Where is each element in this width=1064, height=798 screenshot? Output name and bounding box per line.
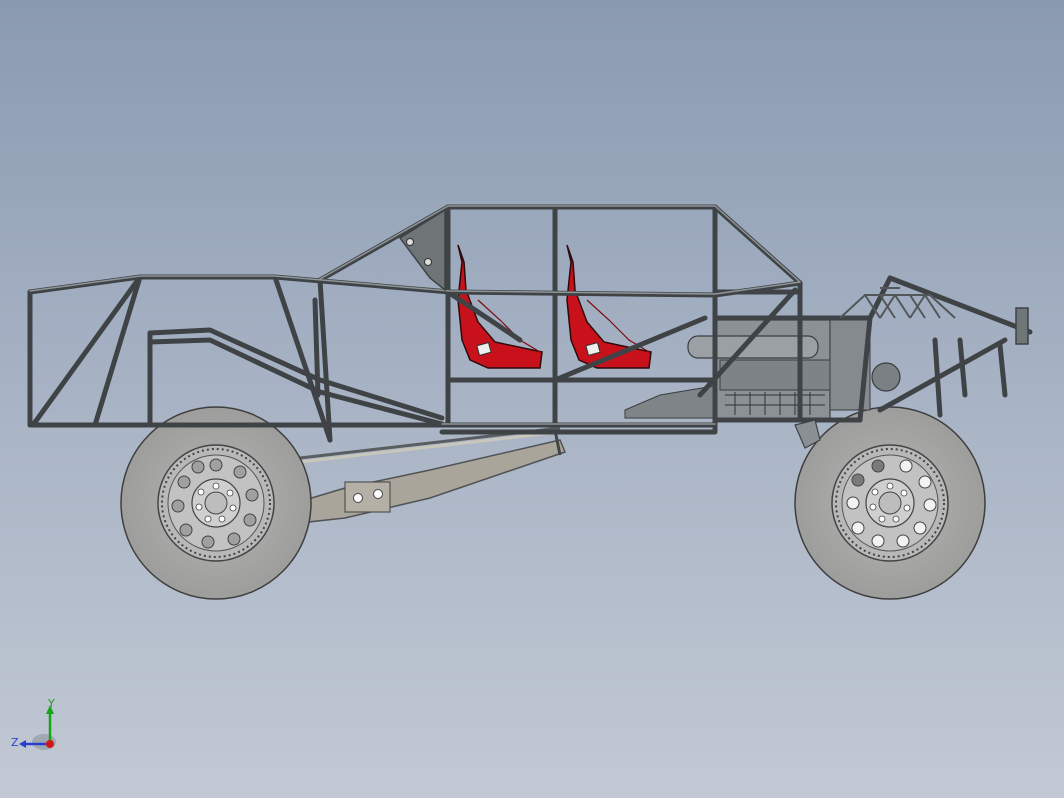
x-axis-icon [46, 740, 54, 748]
front-wheel[interactable] [794, 406, 986, 600]
graphics-viewport[interactable]: Y Z [0, 0, 1064, 798]
tube-frame-chassis[interactable] [27, 204, 1033, 443]
rear-wheel[interactable] [120, 406, 312, 600]
z-axis-label: Z [11, 736, 19, 749]
y-axis-label: Y [47, 698, 55, 710]
front-shock-hoop-truss [839, 287, 956, 319]
reference-triad: Y Z [11, 698, 56, 750]
trophy-truck-chassis-model[interactable] [0, 0, 1064, 798]
rear-trailing-arm [299, 426, 567, 523]
front-bumper-post [1015, 307, 1029, 345]
passenger-seat[interactable] [566, 244, 652, 369]
